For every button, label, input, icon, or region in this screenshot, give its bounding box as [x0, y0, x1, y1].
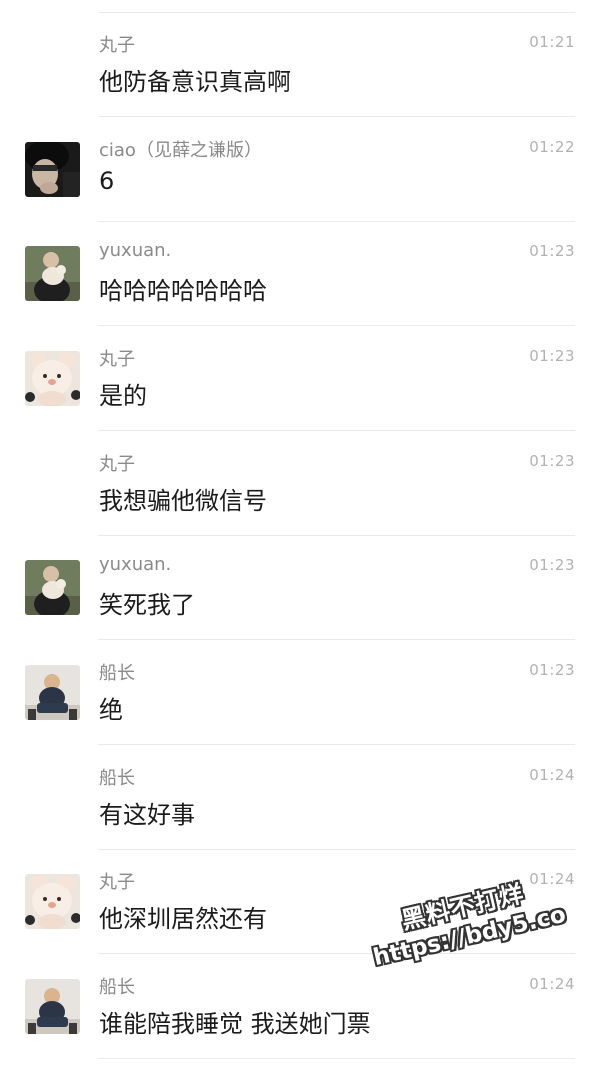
message-item[interactable]: 丸子 01:23 我想骗他微信号	[0, 432, 600, 536]
message-divider	[98, 953, 575, 954]
message-item[interactable]: 丸子 01:21 他防备意识真高啊	[0, 13, 600, 117]
avatar-chuanzhang[interactable]	[25, 665, 80, 720]
sender-name: 丸子	[99, 349, 135, 370]
sender-name: 丸子	[99, 872, 135, 893]
message-time: 01:23	[529, 556, 575, 574]
sender-name: 丸子	[99, 35, 135, 56]
message-divider	[98, 1058, 575, 1059]
message-time: 01:23	[529, 347, 575, 365]
message-item[interactable]: 船长 01:24 谁能陪我睡觉 我送她门票	[0, 955, 600, 1059]
avatar-yuxuan[interactable]	[25, 246, 80, 301]
message-divider	[98, 430, 575, 431]
sender-name: yuxuan.	[99, 240, 172, 261]
message-text: 有这好事	[99, 801, 195, 829]
message-text: 谁能陪我睡觉 我送她门票	[99, 1010, 371, 1038]
message-divider	[98, 744, 575, 745]
sender-name: 船长	[99, 768, 135, 789]
avatar-chuanzhang[interactable]	[25, 979, 80, 1034]
message-time: 01:23	[529, 452, 575, 470]
message-text: 他防备意识真高啊	[99, 68, 291, 96]
message-text: 我想骗他微信号	[99, 487, 267, 515]
message-time: 01:23	[529, 242, 575, 260]
message-text: 笑死我了	[99, 591, 195, 619]
message-text: 他深圳居然还有	[99, 905, 267, 933]
sender-name: 船长	[99, 663, 135, 684]
avatar-wanzi[interactable]	[25, 351, 80, 406]
message-time: 01:22	[529, 138, 575, 156]
message-time: 01:23	[529, 661, 575, 679]
message-item[interactable]: ciao（见薛之谦版） 01:22 6	[0, 118, 600, 222]
message-text: 是的	[99, 382, 147, 410]
message-text: 绝	[99, 696, 123, 724]
message-text: 6	[99, 167, 115, 195]
message-time: 01:24	[529, 975, 575, 993]
message-item[interactable]: 船长 01:23 绝	[0, 641, 600, 745]
avatar-ciao[interactable]	[25, 142, 80, 197]
sender-name: yuxuan.	[99, 554, 172, 575]
message-text: 哈哈哈哈哈哈哈	[99, 277, 267, 305]
message-time: 01:21	[529, 33, 575, 51]
message-item[interactable]: 丸子 01:23 是的	[0, 327, 600, 431]
message-divider	[98, 639, 575, 640]
avatar-wanzi[interactable]	[25, 874, 80, 929]
message-divider	[98, 325, 575, 326]
message-divider	[98, 116, 575, 117]
sender-name: 船长	[99, 977, 135, 998]
message-time: 01:24	[529, 766, 575, 784]
message-item[interactable]: yuxuan. 01:23 笑死我了	[0, 536, 600, 640]
sender-name: ciao（见薛之谦版）	[99, 140, 262, 161]
avatar-yuxuan[interactable]	[25, 560, 80, 615]
chat-history: 丸子 01:21 他防备意识真高啊 ciao（见薛之谦版） 01:22 6 yu…	[0, 0, 600, 1069]
message-item[interactable]: 船长 01:24 有这好事	[0, 746, 600, 850]
sender-name: 丸子	[99, 454, 135, 475]
message-item[interactable]: yuxuan. 01:23 哈哈哈哈哈哈哈	[0, 222, 600, 326]
